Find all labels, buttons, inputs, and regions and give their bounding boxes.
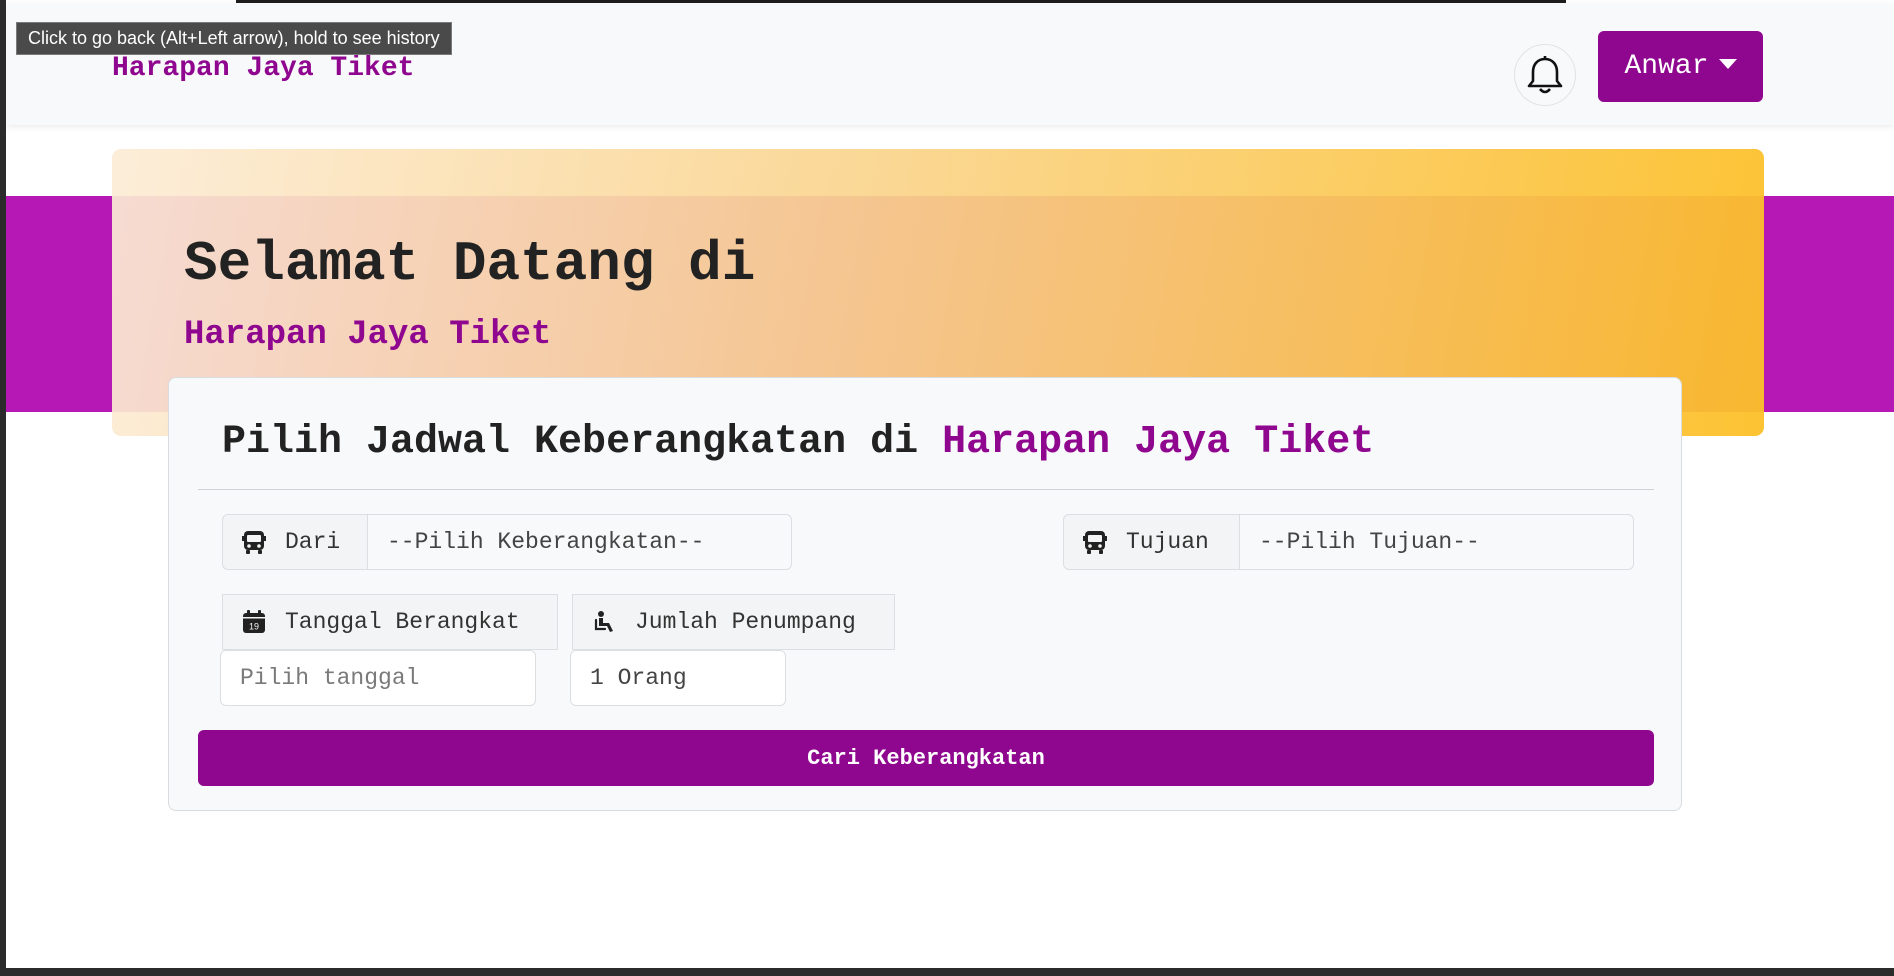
form-heading-prefix: Pilih Jadwal Keberangkatan di: [222, 420, 919, 465]
dari-addon: Dari: [222, 514, 368, 570]
seat-passenger-icon: [591, 609, 617, 635]
dari-select[interactable]: --Pilih Keberangkatan--: [368, 514, 792, 570]
calendar-icon: 19: [241, 609, 267, 635]
tujuan-label: Tujuan: [1126, 529, 1209, 555]
tujuan-select[interactable]: --Pilih Tujuan--: [1240, 514, 1634, 570]
browser-viewport: Harapan Jaya Tiket Anwar Click to go bac…: [6, 0, 1894, 968]
dari-label: Dari: [285, 529, 341, 555]
tanggal-label: Tanggal Berangkat: [285, 609, 520, 635]
tujuan-select-value: --Pilih Tujuan--: [1259, 529, 1480, 555]
tujuan-addon: Tujuan: [1063, 514, 1240, 570]
bell-icon: [1526, 54, 1564, 96]
tanggal-addon: 19 Tanggal Berangkat: [222, 594, 558, 650]
caret-down-icon: [1718, 58, 1737, 69]
penumpang-input[interactable]: 1 Orang: [570, 650, 786, 706]
hero-subtitle: Harapan Jaya Tiket: [184, 316, 552, 354]
hero-title: Selamat Datang di: [184, 232, 756, 296]
penumpang-label: Jumlah Penumpang: [635, 609, 856, 635]
form-heading: Pilih Jadwal Keberangkatan di Harapan Ja…: [222, 420, 1374, 465]
brand-link[interactable]: Harapan Jaya Tiket: [112, 53, 414, 84]
dari-select-value: --Pilih Keberangkatan--: [387, 529, 705, 555]
tanggal-input[interactable]: Pilih tanggal: [220, 650, 536, 706]
penumpang-addon: Jumlah Penumpang: [572, 594, 895, 650]
form-divider: [198, 489, 1654, 490]
penumpang-value: 1 Orang: [590, 665, 687, 691]
form-heading-accent: Harapan Jaya Tiket: [942, 420, 1375, 465]
user-name: Anwar: [1624, 51, 1709, 82]
bus-icon: [241, 529, 267, 555]
calendar-day: 19: [249, 622, 259, 632]
user-menu-dropdown[interactable]: Anwar: [1598, 31, 1763, 102]
search-departure-button[interactable]: Cari Keberangkatan: [198, 730, 1654, 786]
tanggal-placeholder: Pilih tanggal: [240, 665, 420, 691]
notification-button[interactable]: [1514, 44, 1576, 106]
back-button-tooltip: Click to go back (Alt+Left arrow), hold …: [16, 22, 452, 55]
bus-icon: [1082, 529, 1108, 555]
